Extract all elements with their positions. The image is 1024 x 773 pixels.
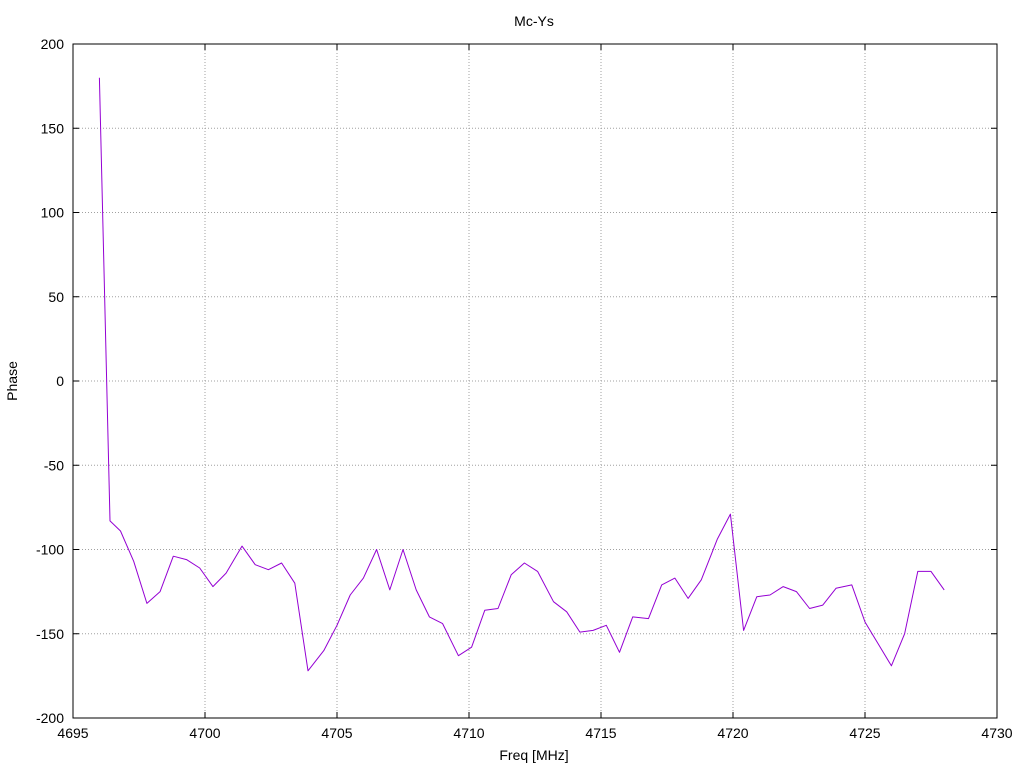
y-tick-label: 100 xyxy=(41,205,65,221)
y-tick-label: -150 xyxy=(36,626,64,642)
chart-title: Mc-Ys xyxy=(514,13,554,29)
x-tick-label: 4730 xyxy=(981,725,1012,741)
x-tick-label: 4710 xyxy=(453,725,484,741)
y-tick-label: -50 xyxy=(44,457,64,473)
y-tick-label: -100 xyxy=(36,542,64,558)
y-tick-label: 0 xyxy=(56,373,64,389)
x-tick-label: 4705 xyxy=(321,725,352,741)
y-tick-label: 150 xyxy=(41,120,65,136)
x-tick-label: 4715 xyxy=(585,725,616,741)
chart-background xyxy=(0,0,1024,768)
x-tick-label: 4700 xyxy=(189,725,220,741)
y-axis-label: Phase xyxy=(4,361,20,401)
y-tick-label: -200 xyxy=(36,710,64,726)
y-tick-label: 200 xyxy=(41,36,65,52)
y-tick-label: 50 xyxy=(48,289,64,305)
x-tick-label: 4695 xyxy=(57,725,88,741)
x-tick-label: 4725 xyxy=(849,725,880,741)
phase-chart: 4695 4700 4705 4710 4715 4720 4725 4730 -200 -15… xyxy=(0,0,1024,768)
x-tick-label: 4720 xyxy=(717,725,748,741)
chart-container: 4695 4700 4705 4710 4715 4720 4725 4730 -200 -15… xyxy=(0,0,1024,768)
x-axis-label: Freq [MHz] xyxy=(499,747,568,763)
